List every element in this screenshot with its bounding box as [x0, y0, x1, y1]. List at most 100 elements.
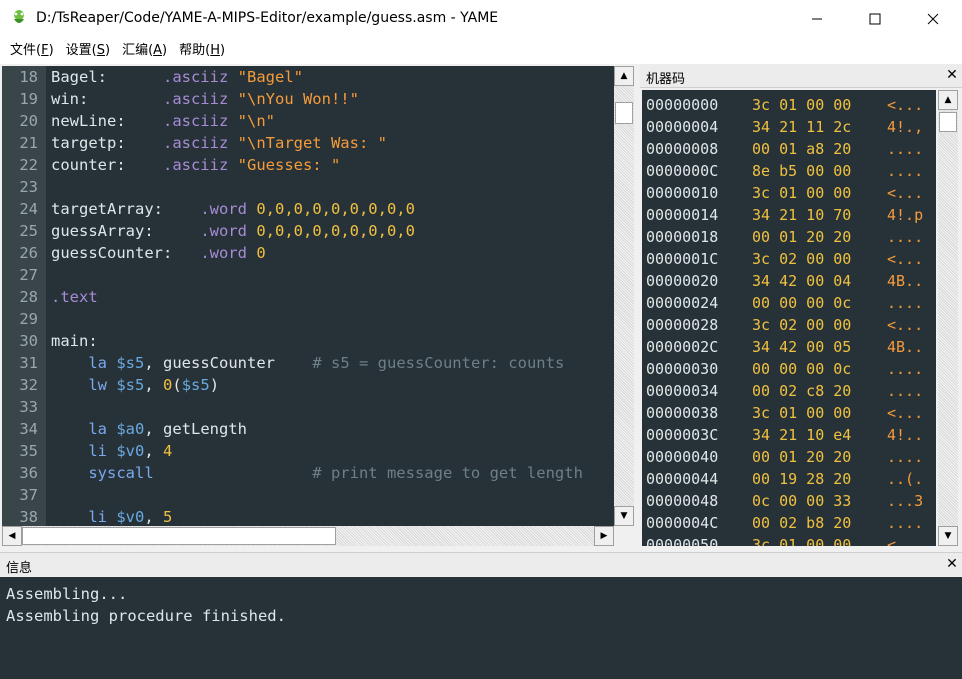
ascii-preview: ....	[887, 228, 924, 246]
code-token: .word	[200, 244, 247, 262]
code-token: .word	[200, 200, 247, 218]
code-line[interactable]: 19 win: .asciiz "\nYou Won!!"	[2, 88, 614, 110]
machine-code-row[interactable]: 0000001C 3c 02 00 00 <...	[642, 248, 936, 270]
code-line[interactable]: 32 lw $s5, 0($s5)	[2, 374, 614, 396]
code-line[interactable]: 31 la $s5, guessCounter # s5 = guessCoun…	[2, 352, 614, 374]
machine-code-row[interactable]: 00000038 3c 01 00 00 <...	[642, 402, 936, 424]
code-line[interactable]: 21 targetp: .asciiz "\nTarget Was: "	[2, 132, 614, 154]
code-line[interactable]: 22 counter: .asciiz "Guesses: "	[2, 154, 614, 176]
code-line[interactable]: 18 Bagel: .asciiz "Bagel"	[2, 66, 614, 88]
machine-code-row[interactable]: 00000044 00 19 28 20 ..(.	[642, 468, 936, 490]
menu-file[interactable]: 文件(F)	[4, 38, 60, 64]
code-line[interactable]: 37	[2, 484, 614, 506]
maximize-button[interactable]	[846, 0, 904, 38]
code-line[interactable]: 27	[2, 264, 614, 286]
hex-bytes: 0c 00 00 33	[752, 492, 852, 510]
machine-code-row[interactable]: 0000003C 34 21 10 e4 4!..	[642, 424, 936, 446]
scroll-up-button[interactable]: ▲	[614, 66, 634, 86]
machine-code-row[interactable]: 00000000 3c 01 00 00 <...	[642, 94, 936, 116]
machine-code-scrollbar[interactable]: ▲ ▼	[938, 90, 958, 546]
code-line[interactable]: 29	[2, 308, 614, 330]
close-window-button[interactable]	[904, 0, 962, 38]
code-line[interactable]: 35 li $v0, 4	[2, 440, 614, 462]
minimize-button[interactable]	[788, 0, 846, 38]
code-editor[interactable]: 18 Bagel: .asciiz "Bagel" 19 win: .asciiz "…	[2, 66, 614, 526]
code-line[interactable]: 23	[2, 176, 614, 198]
machine-code-row[interactable]: 0000004C 00 02 b8 20....	[642, 512, 936, 534]
scroll-left-button[interactable]: ◀	[2, 526, 22, 546]
ascii-preview: 4B..	[887, 338, 924, 356]
machine-code-row[interactable]: 00000050 3c 01 00 00 <...	[642, 534, 936, 546]
code-line[interactable]: 28 .text	[2, 286, 614, 308]
code-token: $a0	[116, 420, 145, 438]
machine-code-row[interactable]: 00000014 34 21 10 70 4!.p	[642, 204, 936, 226]
machine-code-row[interactable]: 00000040 00 01 20 20....	[642, 446, 936, 468]
menu-help[interactable]: 帮助(H)	[173, 38, 231, 64]
code-token: .asciiz	[162, 112, 229, 130]
address: 00000020	[646, 272, 719, 290]
code-line[interactable]: 26 guessCounter: .word 0	[2, 242, 614, 264]
code-line[interactable]: 30 main:	[2, 330, 614, 352]
menu-settings[interactable]: 设置(S)	[60, 38, 116, 64]
code-line[interactable]: 25 guessArray: .word 0,0,0,0,0,0,0,0,0	[2, 220, 614, 242]
machine-code-row[interactable]: 00000028 3c 02 00 00 <...	[642, 314, 936, 336]
address: 00000040	[646, 448, 719, 466]
code-token: counter:	[51, 156, 163, 174]
editor-vertical-scrollbar[interactable]: ▲ ▼	[614, 66, 634, 526]
machine-code-close-button[interactable]: ✕	[944, 66, 960, 84]
code-token: li	[88, 442, 107, 460]
address: 0000000C	[646, 162, 719, 180]
machine-code-row[interactable]: 00000034 00 02 c8 20....	[642, 380, 936, 402]
scroll-down-button[interactable]: ▼	[614, 506, 634, 526]
info-output[interactable]: Assembling... Assembling procedure finis…	[0, 577, 962, 679]
code-editor-pane: 18 Bagel: .asciiz "Bagel" 19 win: .asciiz "…	[0, 64, 636, 547]
scroll-track[interactable]	[614, 86, 634, 506]
code-line[interactable]: 34 la $a0, getLength	[2, 418, 614, 440]
machine-code-row[interactable]: 00000030 00 00 00 0c....	[642, 358, 936, 380]
machine-code-row[interactable]: 0000000C 8e b5 00 00....	[642, 160, 936, 182]
code-line[interactable]: 36 syscall # print message to get length	[2, 462, 614, 484]
mc-scroll-thumb[interactable]	[939, 112, 957, 132]
ascii-preview: <...	[887, 316, 924, 334]
machine-code-row[interactable]: 00000010 3c 01 00 00 <...	[642, 182, 936, 204]
ascii-preview: <...	[887, 96, 924, 114]
machine-code-row[interactable]: 00000048 0c 00 00 33 ...3	[642, 490, 936, 512]
machine-code-row[interactable]: 00000020 34 42 00 04 4B..	[642, 270, 936, 292]
code-text: la $s5, guessCounter # s5 = guessCounter…	[51, 352, 564, 374]
line-number: 38	[19, 508, 38, 526]
menu-assemble[interactable]: 汇编(A)	[116, 38, 173, 64]
minimize-icon	[812, 18, 822, 20]
machine-code-row[interactable]: 00000004 34 21 11 2c 4!.,	[642, 116, 936, 138]
code-line[interactable]: 20 newLine: .asciiz "\n"	[2, 110, 614, 132]
machine-code-row[interactable]: 0000002C 34 42 00 05 4B..	[642, 336, 936, 358]
arrow-down-icon: ▼	[944, 531, 952, 541]
scroll-right-button[interactable]: ▶	[594, 526, 614, 546]
code-line[interactable]: 24 targetArray: .word 0,0,0,0,0,0,0,0,0	[2, 198, 614, 220]
scroll-thumb[interactable]	[615, 102, 633, 124]
mc-scroll-up-button[interactable]: ▲	[938, 90, 958, 110]
address: 00000030	[646, 360, 719, 378]
mc-scroll-down-button[interactable]: ▼	[938, 526, 958, 546]
line-number: 27	[19, 266, 38, 284]
machine-code-row[interactable]: 00000024 00 00 00 0c....	[642, 292, 936, 314]
machine-code-view[interactable]: 00000000 3c 01 00 00 <... 00000004 34 21 11 …	[642, 90, 936, 546]
mc-scroll-track[interactable]	[938, 110, 958, 526]
code-line[interactable]: 33	[2, 396, 614, 418]
editor-horizontal-scrollbar[interactable]: ◀ ▶	[2, 526, 614, 546]
machine-code-row[interactable]: 00000018 00 01 20 20....	[642, 226, 936, 248]
address: 00000034	[646, 382, 719, 400]
horizontal-scroll-thumb[interactable]	[22, 527, 336, 545]
info-close-button[interactable]: ✕	[944, 555, 960, 573]
code-line[interactable]: 38 li $v0, 5	[2, 506, 614, 526]
address: 0000001C	[646, 250, 719, 268]
machine-code-row[interactable]: 00000008 00 01 a8 20....	[642, 138, 936, 160]
code-token: 0	[256, 244, 266, 262]
code-token: li	[88, 508, 107, 526]
